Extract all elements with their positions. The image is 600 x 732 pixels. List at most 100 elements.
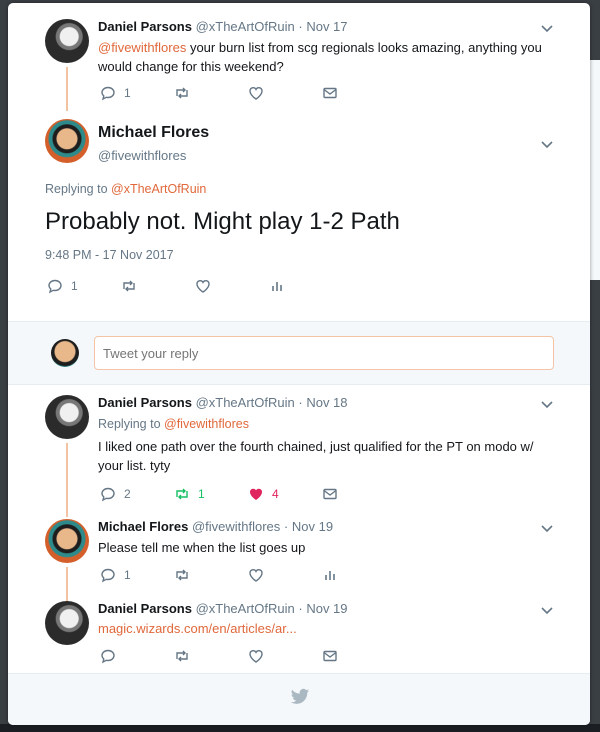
tweet-date[interactable]: Nov 19 [292,519,333,534]
direct-message-button[interactable] [322,486,338,502]
tweet-thread-modal: Daniel Parsons @xTheArtOfRuin · Nov 17 @… [8,3,590,725]
tweet-date[interactable]: Nov 17 [306,19,347,34]
separator-dot: · [298,395,303,410]
tweet-actions: 1 [47,278,285,294]
tweet-actions: 1 [100,567,338,583]
retweet-button[interactable] [174,85,248,101]
like-button[interactable] [248,85,322,101]
tweet-header: Daniel Parsons @xTheArtOfRuin · Nov 19 [98,601,348,616]
avatar-daniel-parsons[interactable] [45,395,89,439]
more-menu-button[interactable] [541,522,553,536]
direct-message-button[interactable] [322,85,338,101]
tweet-date[interactable]: Nov 18 [306,395,347,410]
reply-button[interactable]: 1 [100,567,174,583]
more-menu-button[interactable] [541,22,553,36]
separator-dot: · [283,519,289,534]
more-menu-button[interactable] [541,604,553,618]
heart-icon [249,650,263,663]
avatar-daniel-parsons[interactable] [45,19,89,63]
background-bar [0,724,600,732]
author-name[interactable]: Daniel Parsons [98,395,192,410]
like-button[interactable] [195,278,269,294]
analytics-button[interactable] [269,278,285,294]
author-name[interactable]: Michael Flores [98,124,209,142]
like-button[interactable] [248,567,322,583]
retweet-button[interactable] [174,567,248,583]
reply-count: 1 [124,86,131,100]
replying-to-link[interactable]: @xTheArtOfRuin [111,182,206,196]
reply-icon [48,279,62,294]
author-handle[interactable]: @xTheArtOfRuin [196,19,295,34]
retweet-icon [176,650,188,662]
direct-message-button[interactable] [322,648,338,664]
tweet-timestamp[interactable]: 9:48 PM - 17 Nov 2017 [45,248,174,262]
heart-icon [249,87,263,100]
replying-to: Replying to @fivewithflores [98,417,249,431]
reply-composer [8,321,590,385]
author-name[interactable]: Michael Flores [98,519,188,534]
retweet-count: 1 [198,487,205,501]
heart-icon [249,569,263,582]
reply-button[interactable]: 1 [100,85,174,101]
bar-chart-icon [272,282,282,291]
like-button[interactable] [248,648,322,664]
author-name[interactable]: Daniel Parsons [98,601,192,616]
retweet-button[interactable] [121,278,195,294]
retweet-button[interactable] [174,648,248,664]
author-handle[interactable]: @xTheArtOfRuin [196,601,295,616]
replying-to-link[interactable]: @fivewithflores [164,417,249,431]
reply-input[interactable] [94,336,554,370]
envelope-icon [323,87,337,99]
avatar-daniel-parsons[interactable] [45,601,89,645]
reply-count: 2 [124,487,131,501]
more-menu-button[interactable] [541,138,553,152]
tweet-header: Michael Flores @fivewithflores · Nov 19 [98,519,333,534]
retweet-icon [176,569,188,581]
like-button[interactable]: 4 [248,486,322,502]
avatar-michael-flores[interactable] [45,519,89,563]
tweet-header: Daniel Parsons @xTheArtOfRuin · Nov 18 [98,395,348,410]
replying-to-label: Replying to [45,182,112,196]
analytics-button[interactable] [322,567,338,583]
tweet-text: Please tell me when the list goes up [98,540,306,555]
twitter-bird-icon [290,688,310,704]
more-menu-button[interactable] [541,398,553,412]
heart-icon [196,280,210,293]
bar-chart-icon [325,571,335,580]
retweet-icon [176,488,188,500]
reply-button[interactable] [100,648,174,664]
envelope-icon [323,650,337,662]
tweet-actions: 1 [100,85,338,101]
replying-to-label: Replying to [98,417,165,431]
current-user-avatar [51,339,79,367]
tweet-date[interactable]: Nov 19 [306,601,347,616]
author-handle[interactable]: @xTheArtOfRuin [196,395,295,410]
tweet-link[interactable]: magic.wizards.com/en/articles/ar... [98,619,297,638]
reply-count: 1 [71,279,78,293]
like-count: 4 [272,487,279,501]
author-name[interactable]: Daniel Parsons [98,19,192,34]
tweet-header: Daniel Parsons @xTheArtOfRuin · Nov 17 [98,19,348,34]
mention-link[interactable]: @fivewithflores [98,40,186,55]
modal-footer [8,673,590,725]
thread-line [66,443,68,517]
reply-button[interactable]: 2 [100,486,174,502]
retweet-icon [176,87,188,99]
chevron-down-icon [541,401,553,409]
main-tweet-text: Probably not. Might play 1-2 Path [45,208,400,235]
author-handle[interactable]: @fivewithflores [98,148,186,163]
replying-to: Replying to @xTheArtOfRuin [45,182,206,196]
reply-count: 1 [124,568,131,582]
reply-icon [101,568,115,583]
separator-dot: · [298,19,303,34]
chevron-down-icon [541,607,553,615]
tweet-actions [100,648,338,664]
tweet-text: @fivewithflores your burn list from scg … [98,38,548,76]
retweet-button[interactable]: 1 [174,486,248,502]
avatar-michael-flores[interactable] [45,119,89,163]
reply-button[interactable]: 1 [47,278,121,294]
chevron-down-icon [541,141,553,149]
author-handle[interactable]: @fivewithflores [192,519,280,534]
chevron-down-icon [541,25,553,33]
thread-line [66,567,68,601]
